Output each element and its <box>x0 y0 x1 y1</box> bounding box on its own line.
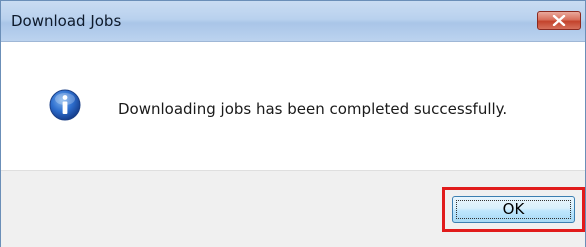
dialog-title: Download Jobs <box>11 12 122 30</box>
close-icon <box>552 15 566 26</box>
title-bar[interactable]: Download Jobs <box>1 1 585 42</box>
dialog-window: Download Jobs Downloading jobs has been … <box>0 0 586 247</box>
ok-button[interactable]: OK <box>452 196 575 223</box>
close-button[interactable] <box>537 11 581 30</box>
dialog-footer: OK <box>1 170 585 247</box>
dialog-message: Downloading jobs has been completed succ… <box>118 100 508 118</box>
information-icon <box>49 89 81 121</box>
ok-button-label: OK <box>502 200 525 218</box>
dialog-content: Downloading jobs has been completed succ… <box>1 42 585 170</box>
